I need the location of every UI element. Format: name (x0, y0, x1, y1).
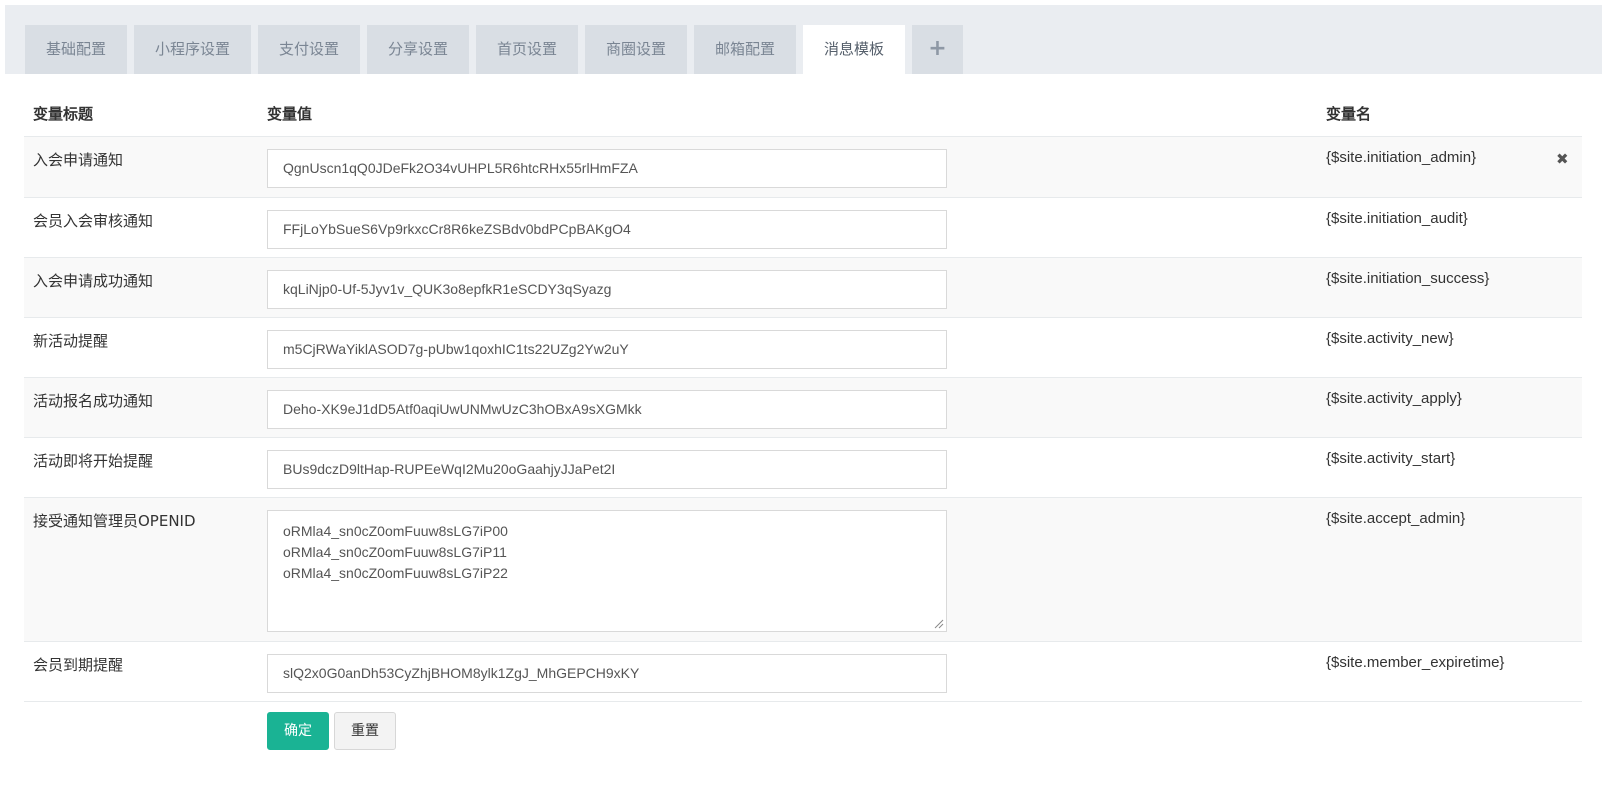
template-id-input[interactable]: m5CjRWaYiklASOD7g-pUbw1qoxhIC1ts22UZg2Yw… (267, 330, 947, 369)
table-row: 接受通知管理员OPENID oRMla4_sn0cZ0omFuuw8sLG7iP… (24, 498, 1582, 642)
openid-line: oRMla4_sn0cZ0omFuuw8sLG7iP11 (283, 544, 507, 560)
tab-bar: 基础配置 小程序设置 支付设置 分享设置 首页设置 商圈设置 邮箱配置 消息模板… (25, 25, 963, 74)
row-title: 活动即将开始提醒 (33, 452, 154, 470)
table-row: 活动报名成功通知 Deho-XK9eJ1dD5Atf0aqiUwUNMwUzC3… (24, 378, 1582, 438)
variable-name: {$site.initiation_admin} (1326, 149, 1477, 166)
table-row: 活动即将开始提醒 BUs9dczD9ltHap-RUPEeWqI2Mu20oGa… (24, 438, 1582, 498)
resize-handle-icon[interactable] (934, 619, 944, 629)
plus-icon: + (928, 36, 947, 61)
header-variable-value: 变量值 (267, 105, 313, 123)
tab-share-settings[interactable]: 分享设置 (367, 25, 469, 74)
row-title: 活动报名成功通知 (33, 392, 154, 410)
variable-name: {$site.activity_start} (1326, 450, 1456, 467)
row-title: 新活动提醒 (33, 332, 109, 350)
template-id-input[interactable]: FFjLoYbSueS6Vp9rkxcCr8R6keZSBdv0bdPCpBAK… (267, 210, 947, 249)
variable-name: {$site.activity_apply} (1326, 390, 1462, 407)
variable-name: {$site.activity_new} (1326, 330, 1454, 347)
admin-openid-textarea[interactable]: oRMla4_sn0cZ0omFuuw8sLG7iP00 oRMla4_sn0c… (267, 510, 947, 632)
table-row: 会员到期提醒 slQ2x0G0anDh53CyZhjBHOM8ylk1ZgJ_M… (24, 642, 1582, 702)
template-id-input[interactable]: QgnUscn1qQ0JDeFk2O34vUHPL5R6htcRHx55rlHm… (267, 149, 947, 188)
header-variable-name: 变量名 (1326, 105, 1372, 123)
template-id-input[interactable]: slQ2x0G0anDh53CyZhjBHOM8ylk1ZgJ_MhGEPCH9… (267, 654, 947, 693)
tab-email-config[interactable]: 邮箱配置 (694, 25, 796, 74)
variable-name: {$site.accept_admin} (1326, 510, 1466, 527)
confirm-button[interactable]: 确定 (267, 712, 329, 750)
template-id-input[interactable]: kqLiNjp0-Uf-5Jyv1v_QUK3o8epfkR1eSCDY3qSy… (267, 270, 947, 309)
close-icon[interactable]: ✖ (1556, 151, 1569, 167)
table-row: 会员入会审核通知 FFjLoYbSueS6Vp9rkxcCr8R6keZSBdv… (24, 198, 1582, 258)
add-tab-button[interactable]: + (912, 25, 963, 74)
row-title: 接受通知管理员OPENID (33, 512, 196, 530)
tab-miniprogram-settings[interactable]: 小程序设置 (134, 25, 251, 74)
table-header: 变量标题 变量值 变量名 (24, 99, 1582, 137)
openid-line: oRMla4_sn0cZ0omFuuw8sLG7iP22 (283, 565, 508, 581)
tab-message-templates[interactable]: 消息模板 (803, 25, 905, 74)
openid-line: oRMla4_sn0cZ0omFuuw8sLG7iP00 (283, 523, 508, 539)
tab-payment-settings[interactable]: 支付设置 (258, 25, 360, 74)
tab-business-district-settings[interactable]: 商圈设置 (585, 25, 687, 74)
table-row: 入会申请成功通知 kqLiNjp0-Uf-5Jyv1v_QUK3o8epfkR1… (24, 258, 1582, 318)
variable-name: {$site.initiation_success} (1326, 270, 1490, 287)
variable-name: {$site.member_expiretime} (1326, 654, 1505, 671)
tab-basic-config[interactable]: 基础配置 (25, 25, 127, 74)
row-title: 入会申请成功通知 (33, 272, 154, 290)
template-id-input[interactable]: Deho-XK9eJ1dD5Atf0aqiUwUNMwUzC3hOBxA9sXG… (267, 390, 947, 429)
reset-button[interactable]: 重置 (334, 712, 396, 750)
table-row: 入会申请通知 QgnUscn1qQ0JDeFk2O34vUHPL5R6htcRH… (24, 137, 1582, 198)
template-id-input[interactable]: BUs9dczD9ltHap-RUPEeWqI2Mu20oGaahjyJJaPe… (267, 450, 947, 489)
row-title: 入会申请通知 (33, 151, 124, 169)
table-row: 新活动提醒 m5CjRWaYiklASOD7g-pUbw1qoxhIC1ts22… (24, 318, 1582, 378)
tab-home-settings[interactable]: 首页设置 (476, 25, 578, 74)
variable-name: {$site.initiation_audit} (1326, 210, 1468, 227)
row-title: 会员到期提醒 (33, 656, 124, 674)
row-title: 会员入会审核通知 (33, 212, 154, 230)
header-variable-title: 变量标题 (33, 105, 94, 123)
